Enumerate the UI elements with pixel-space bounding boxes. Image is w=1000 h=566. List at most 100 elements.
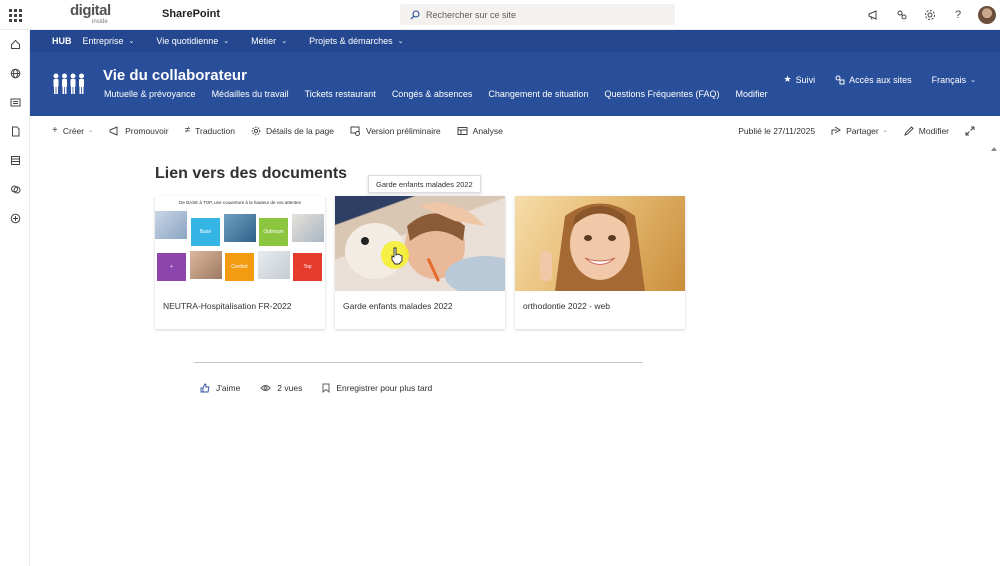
- document-title[interactable]: Garde enfants malades 2022: [343, 301, 453, 311]
- home-icon[interactable]: [0, 30, 30, 59]
- promote-button[interactable]: Promouvoir: [109, 125, 169, 136]
- command-bar: + Créer ⌄ Promouvoir ≠ Traduction Détails d…: [30, 116, 1000, 145]
- sites-access-button[interactable]: Accès aux sites: [835, 75, 912, 85]
- save-for-later-button[interactable]: Enregistrer pour plus tard: [322, 383, 432, 393]
- site-title[interactable]: Vie du collaborateur: [103, 67, 247, 84]
- hub-item-entreprise[interactable]: Entreprise ⌄: [83, 36, 135, 46]
- people-group-icon[interactable]: [52, 72, 86, 96]
- chevron-down-icon: ⌄: [281, 38, 288, 45]
- app-name-link[interactable]: SharePoint: [162, 8, 220, 20]
- hub-item-label: Métier: [251, 36, 277, 46]
- hub-item-label: Vie quotidienne: [156, 36, 219, 46]
- thumbnail-heading: De BASE à TOP, une couverture à la haute…: [179, 200, 301, 205]
- bookmark-icon: [322, 383, 330, 393]
- nav-item-conges[interactable]: Congés & absences: [392, 89, 473, 99]
- edit-button[interactable]: Modifier: [903, 125, 949, 136]
- sites-icon: [835, 75, 845, 84]
- news-icon[interactable]: [0, 88, 30, 117]
- page-details-button[interactable]: Détails de la page: [251, 126, 334, 136]
- share-icon: [831, 126, 842, 135]
- gear-icon[interactable]: [916, 0, 944, 30]
- scroll-up-arrow-icon[interactable]: [991, 147, 997, 151]
- eye-icon: [260, 385, 271, 391]
- smiling-girl-photo: [540, 203, 645, 291]
- document-icon[interactable]: [0, 117, 30, 146]
- tile-plus: +: [157, 253, 186, 281]
- document-thumbnail: [335, 196, 505, 291]
- preview-button[interactable]: Version préliminaire: [350, 126, 441, 136]
- hub-item-vie-quotidienne[interactable]: Vie quotidienne ⌄: [156, 36, 229, 46]
- scrollbar[interactable]: [988, 145, 1000, 566]
- megaphone-icon: [109, 125, 118, 136]
- nav-item-changement[interactable]: Changement de situation: [488, 89, 588, 99]
- expand-button[interactable]: [965, 126, 980, 136]
- add-icon[interactable]: [0, 204, 30, 233]
- preview-label: Version préliminaire: [366, 125, 441, 136]
- nav-item-tickets[interactable]: Tickets restaurant: [305, 89, 376, 99]
- document-card[interactable]: Garde enfants malades 2022: [335, 196, 505, 329]
- nav-item-medailles[interactable]: Médailles du travail: [212, 89, 289, 99]
- logo-subtext: inside: [92, 19, 108, 25]
- avatar[interactable]: [978, 6, 996, 24]
- create-button[interactable]: + Créer ⌄: [52, 125, 93, 136]
- hub-item-projets[interactable]: Projets & démarches ⌄: [309, 36, 403, 46]
- star-icon: ★: [783, 74, 792, 84]
- document-title[interactable]: NEUTRA-Hospitalisation FR-2022: [163, 301, 292, 311]
- published-label: Publié le 27/11/2025: [738, 125, 816, 136]
- thumbnail-photo: [258, 251, 290, 279]
- analytics-icon: [457, 126, 468, 135]
- divider: [194, 362, 643, 363]
- chat-icon[interactable]: [0, 175, 30, 204]
- translate-button[interactable]: ≠ Traduction: [185, 125, 235, 136]
- document-title[interactable]: orthodontie 2022 - web: [523, 301, 610, 311]
- views-count: 2 vues: [260, 383, 302, 393]
- card-tooltip: Garde enfants malades 2022: [368, 175, 481, 193]
- nav-item-faq[interactable]: Questions Fréquentes (FAQ): [604, 89, 719, 99]
- left-app-bar: [0, 30, 30, 566]
- list-icon[interactable]: [0, 146, 30, 175]
- share-button[interactable]: Partager ⌄: [831, 126, 888, 136]
- search-box[interactable]: Rechercher sur ce site: [400, 4, 675, 25]
- hub-item-metier[interactable]: Métier ⌄: [251, 36, 287, 46]
- megaphone-icon[interactable]: [860, 0, 888, 30]
- expand-icon: [965, 126, 975, 135]
- chevron-down-icon: ⌄: [882, 128, 888, 134]
- edit-label: Modifier: [918, 125, 949, 136]
- sick-child-photo: [345, 202, 505, 291]
- hub-navigation: HUB Entreprise ⌄ Vie quotidienne ⌄ Métier ⌄…: [30, 30, 1000, 52]
- analytics-button[interactable]: Analyse: [457, 126, 503, 136]
- share-network-icon[interactable]: [888, 0, 916, 30]
- company-logo[interactable]: digital inside: [70, 2, 111, 28]
- like-button[interactable]: J'aime: [200, 383, 240, 393]
- help-icon[interactable]: ?: [944, 0, 972, 30]
- views-label: 2 vues: [277, 383, 303, 393]
- document-card[interactable]: De BASE à TOP, une couverture à la haute…: [155, 196, 325, 329]
- page-details-label: Détails de la page: [265, 125, 334, 136]
- like-label: J'aime: [216, 383, 241, 393]
- tile-base: Base: [191, 218, 220, 246]
- plus-icon: +: [52, 125, 58, 136]
- hub-home-link[interactable]: HUB: [52, 36, 72, 46]
- tile-top: Top: [293, 253, 322, 281]
- document-card[interactable]: orthodontie 2022 - web: [515, 196, 685, 329]
- pencil-icon: [903, 125, 914, 136]
- create-label: Créer: [62, 125, 85, 136]
- translate-icon: ≠: [184, 125, 191, 136]
- chevron-down-icon: ⌄: [128, 38, 135, 45]
- section-title: Lien vers des documents: [155, 165, 348, 182]
- globe-icon[interactable]: [0, 59, 30, 88]
- app-launcher-button[interactable]: [0, 0, 30, 30]
- sites-access-label: Accès aux sites: [849, 74, 912, 85]
- language-label: Français: [931, 74, 967, 85]
- follow-button[interactable]: ★ Suivi: [783, 74, 815, 85]
- chevron-down-icon: ⌄: [223, 38, 230, 45]
- logo-text: digital: [70, 2, 111, 19]
- language-selector[interactable]: Français ⌄: [932, 75, 976, 85]
- tile-optimum: Optimum: [259, 218, 288, 246]
- share-label: Partager: [846, 125, 879, 136]
- nav-edit-link[interactable]: Modifier: [736, 89, 768, 99]
- nav-item-mutuelle[interactable]: Mutuelle & prévoyance: [104, 89, 196, 99]
- social-bar: J'aime 2 vues Enregistrer pour plus tard: [200, 383, 452, 393]
- promote-label: Promouvoir: [125, 125, 169, 136]
- thumbnail-photo: [292, 214, 324, 242]
